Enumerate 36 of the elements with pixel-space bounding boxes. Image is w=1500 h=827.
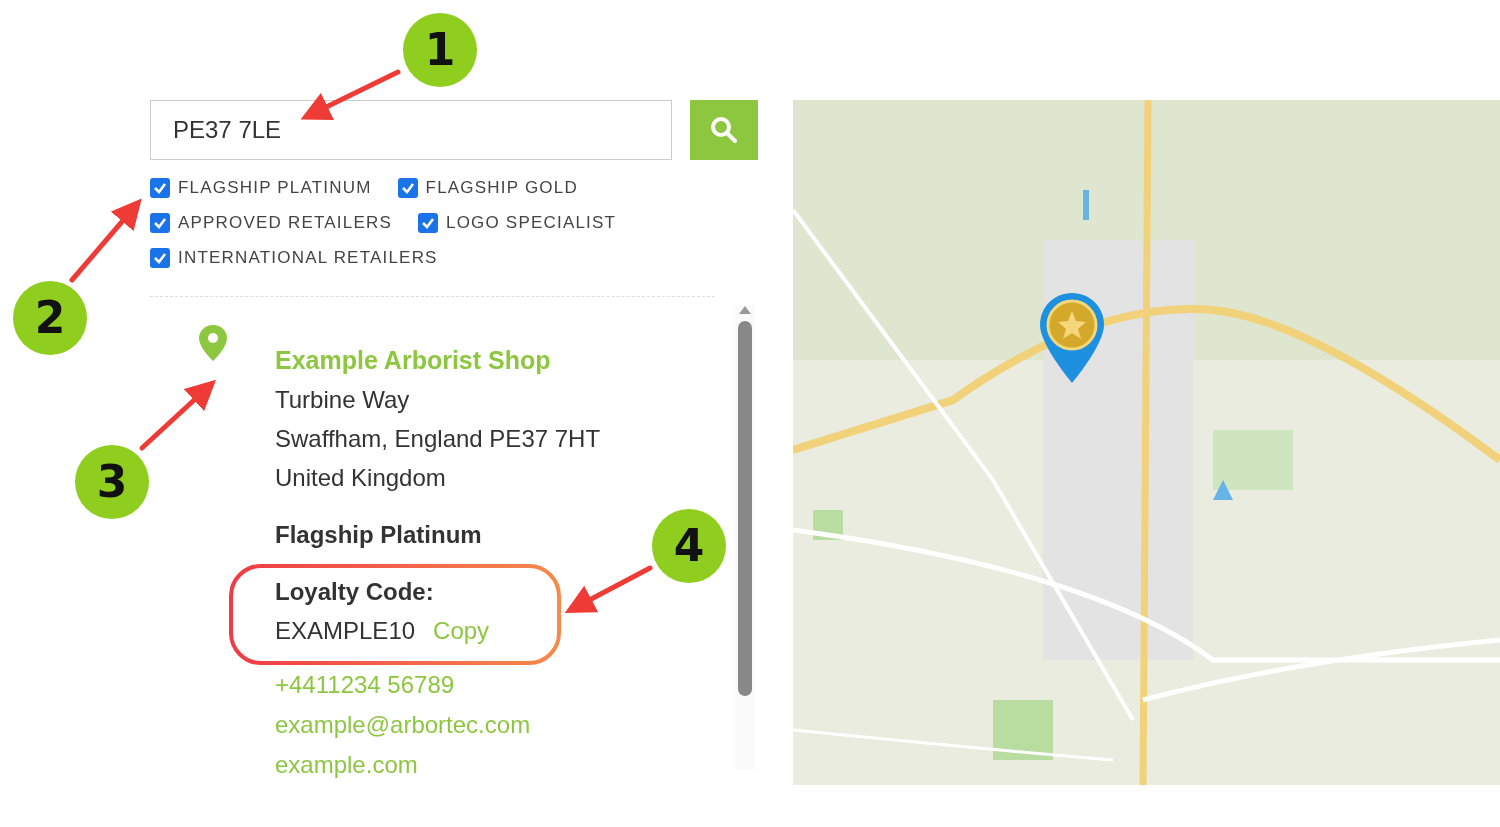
filter-label: APPROVED RETAILERS [178,213,392,233]
address-line: Swaffham, England PE37 7HT [275,424,601,454]
address-line: Turbine Way [275,385,410,415]
step-number-badge: 2 [13,281,87,355]
checkbox[interactable] [150,178,170,198]
address-line: United Kingdom [275,463,446,493]
checkbox[interactable] [418,213,438,233]
checkbox[interactable] [150,248,170,268]
loyalty-code-label: Loyalty Code: [275,577,434,607]
filter-label: FLAGSHIP GOLD [425,178,578,198]
tier-label: Flagship Platinum [275,520,482,550]
loyalty-code: EXAMPLE10 [275,616,416,646]
checkmark-icon [153,216,167,230]
checkbox[interactable] [397,178,418,198]
filter-label: LOGO SPECIALIST [446,213,617,233]
email-link[interactable]: example@arbortec.com [275,705,531,745]
checkmark-icon [421,216,435,230]
store-name[interactable]: Example Arborist Shop [275,341,551,380]
search-icon [710,116,738,144]
website-link[interactable]: example.com [275,745,418,785]
location-pin-icon [198,325,227,361]
checkmark-icon [153,251,167,265]
map-marker-icon[interactable] [1040,293,1104,383]
scrollbar[interactable] [735,305,755,769]
phone-link[interactable]: +4411234 56789 [275,665,455,705]
filter-label: INTERNATIONAL RETAILERS [178,248,438,268]
step-number-badge: 3 [75,445,149,519]
copy-link[interactable]: Copy [433,611,490,650]
scroll-up-arrow-icon[interactable] [738,305,752,315]
postcode-search-field[interactable]: PE37 7LE [150,100,672,160]
checkmark-icon [400,181,415,195]
step-number-badge: 4 [652,509,726,583]
checkmark-icon [153,181,167,195]
checkbox[interactable] [150,213,170,233]
filter-label: FLAGSHIP PLATINUM [178,178,372,198]
step-number-badge: 1 [403,13,477,87]
